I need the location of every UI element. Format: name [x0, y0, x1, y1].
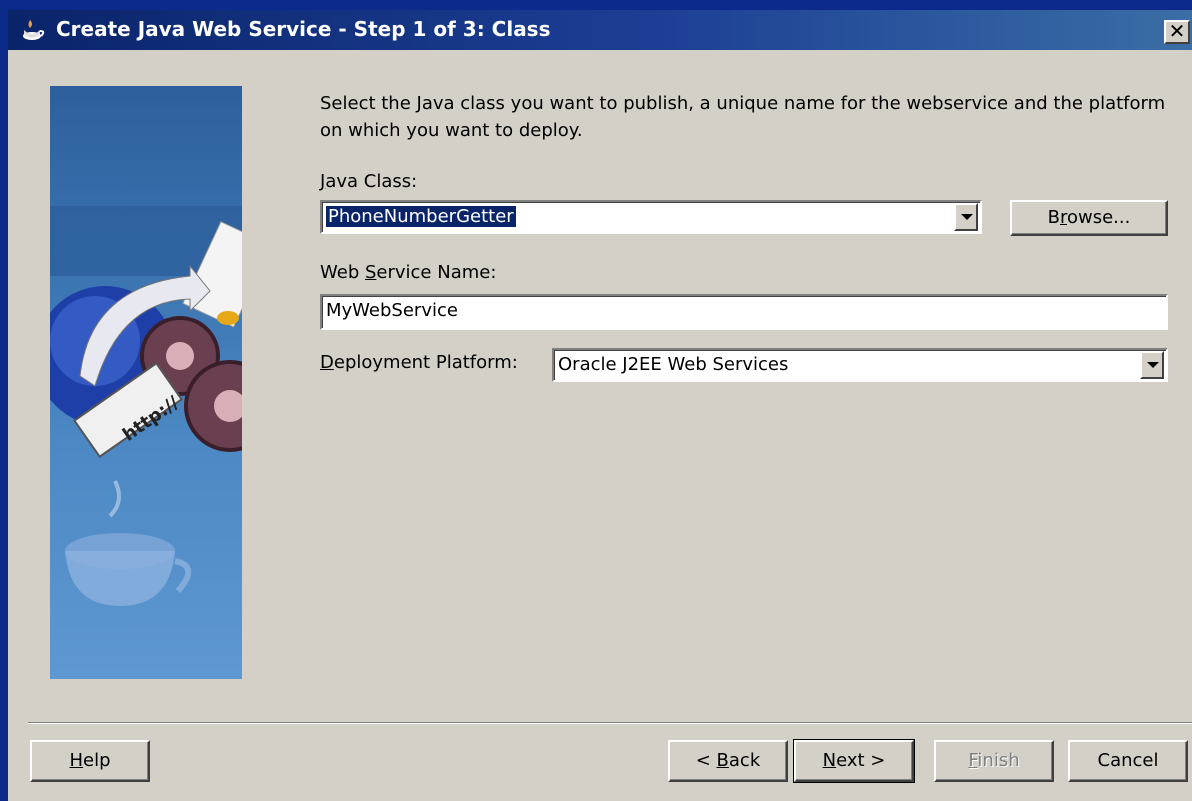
intro-text: Select the Java class you want to publis… [320, 93, 1166, 141]
browse-button[interactable]: Browse... [1010, 200, 1168, 236]
web-service-name-input[interactable]: MyWebService [320, 294, 1168, 330]
java-class-combobox[interactable]: PhoneNumberGetter [320, 200, 982, 234]
java-cup-icon [20, 18, 46, 42]
dialog-window: Create Java Web Service - Step 1 of 3: C… [8, 10, 1192, 801]
window-title: Create Java Web Service - Step 1 of 3: C… [56, 17, 551, 41]
next-button[interactable]: Next > [793, 739, 915, 783]
web-service-name-label: Web Service Name: [320, 262, 497, 283]
deployment-platform-select[interactable]: Oracle J2EE Web Services [552, 348, 1168, 382]
wizard-illustration: http:// [50, 86, 242, 679]
title-bar[interactable]: Create Java Web Service - Step 1 of 3: C… [8, 10, 1192, 50]
deployment-platform-label: Deployment Platform: [320, 352, 518, 373]
java-class-dropdown-button[interactable] [954, 203, 978, 231]
cancel-button[interactable]: Cancel [1068, 740, 1188, 782]
back-button[interactable]: < Back [668, 740, 788, 782]
deployment-platform-dropdown-button[interactable] [1140, 351, 1164, 379]
deployment-platform-value: Oracle J2EE Web Services [558, 354, 789, 375]
close-button[interactable]: ✕ [1164, 20, 1190, 44]
java-class-label: Java Class: [320, 171, 418, 192]
close-icon: ✕ [1168, 19, 1186, 43]
web-service-name-value: MyWebService [326, 300, 458, 321]
finish-button[interactable]: Finish [934, 740, 1054, 782]
help-button[interactable]: Help [30, 740, 150, 782]
java-class-value: PhoneNumberGetter [326, 206, 516, 227]
footer-separator [28, 722, 1192, 724]
